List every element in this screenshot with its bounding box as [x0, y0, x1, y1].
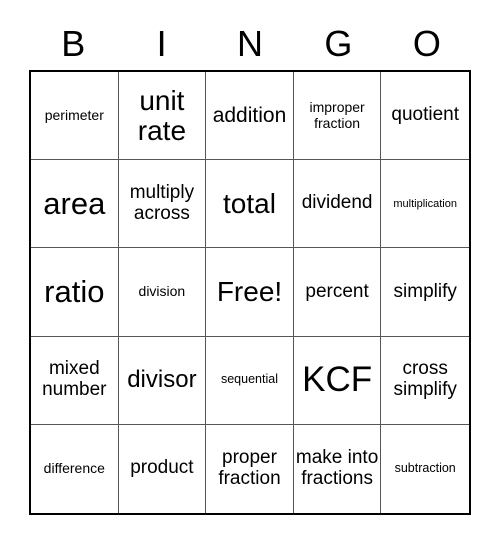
bingo-cell-label: perimeter	[44, 106, 104, 123]
bingo-cell-i3[interactable]: division	[118, 248, 207, 337]
bingo-cell-label: unit rate	[137, 84, 187, 146]
bingo-cell-i1[interactable]: unit rate	[118, 72, 207, 161]
bingo-cell-label: divisor	[127, 366, 197, 394]
bingo-cell-label: area	[43, 185, 106, 221]
bingo-cell-g2[interactable]: dividend	[293, 160, 382, 249]
bingo-cell-label: multiply across	[129, 181, 195, 224]
bingo-cell-b2[interactable]: area	[31, 160, 119, 249]
bingo-cell-n5[interactable]: proper fraction	[206, 424, 294, 513]
bingo-cell-b3[interactable]: ratio	[31, 248, 119, 337]
bingo-cell-free-space[interactable]: Free!	[206, 248, 294, 337]
bingo-cell-label: difference	[43, 460, 105, 477]
bingo-cell-label: division	[138, 283, 186, 300]
bingo-header-letter-n: N	[237, 23, 264, 64]
bingo-header-letter-g: G	[324, 23, 353, 64]
bingo-cell-g5[interactable]: make into fractions	[293, 424, 382, 513]
bingo-cell-b4[interactable]: mixed number	[31, 336, 119, 425]
bingo-cell-label: proper fraction	[218, 447, 281, 489]
bingo-cell-label: sequential	[220, 372, 278, 387]
bingo-cell-label: subtraction	[394, 461, 456, 476]
bingo-cell-i4[interactable]: divisor	[118, 336, 207, 425]
bingo-cell-g1[interactable]: improper fraction	[293, 72, 382, 161]
bingo-cell-label: percent	[305, 280, 369, 302]
bingo-cell-label: multiplication	[393, 197, 457, 210]
bingo-header-letter-i: I	[156, 23, 167, 64]
bingo-cell-n2[interactable]: total	[206, 160, 294, 249]
bingo-cell-label: dividend	[301, 192, 373, 214]
bingo-cell-b1[interactable]: perimeter	[31, 72, 119, 161]
bingo-header-letter-o: O	[412, 23, 441, 64]
bingo-cell-label: improper fraction	[309, 98, 365, 131]
bingo-cell-label: total	[223, 187, 276, 219]
bingo-cell-o2[interactable]: multiplication	[381, 160, 469, 249]
bingo-cell-label: ratio	[44, 273, 105, 309]
bingo-cell-o5[interactable]: subtraction	[381, 424, 469, 513]
bingo-header-letter-b: B	[61, 23, 86, 64]
bingo-grid: perimeter unit rate addition improper fr…	[29, 70, 471, 515]
bingo-cell-o4[interactable]: cross simplify	[381, 336, 469, 425]
bingo-cell-i2[interactable]: multiply across	[118, 160, 207, 249]
bingo-cell-o1[interactable]: quotient	[381, 72, 469, 161]
bingo-cell-label: make into fractions	[295, 447, 379, 489]
bingo-cell-b5[interactable]: difference	[31, 424, 119, 513]
bingo-cell-label: mixed number	[42, 358, 107, 401]
bingo-cell-n4[interactable]: sequential	[206, 336, 294, 425]
bingo-cell-label: cross simplify	[393, 358, 457, 401]
bingo-cell-o3[interactable]: simplify	[381, 248, 469, 337]
bingo-cell-g4[interactable]: KCF	[293, 336, 382, 425]
bingo-cell-label: quotient	[391, 104, 459, 126]
bingo-free-space-label: Free!	[216, 276, 283, 308]
bingo-cell-label: KCF	[302, 360, 373, 400]
bingo-cell-i5[interactable]: product	[118, 424, 207, 513]
bingo-cell-n1[interactable]: addition	[206, 72, 294, 161]
bingo-cell-label: product	[130, 457, 194, 479]
bingo-header-row: B I N G O	[29, 18, 471, 70]
bingo-cell-g3[interactable]: percent	[293, 248, 382, 337]
bingo-cell-label: simplify	[393, 280, 457, 302]
bingo-card: B I N G O perimeter unit rate addition i…	[0, 0, 500, 544]
bingo-cell-label: addition	[212, 104, 287, 128]
